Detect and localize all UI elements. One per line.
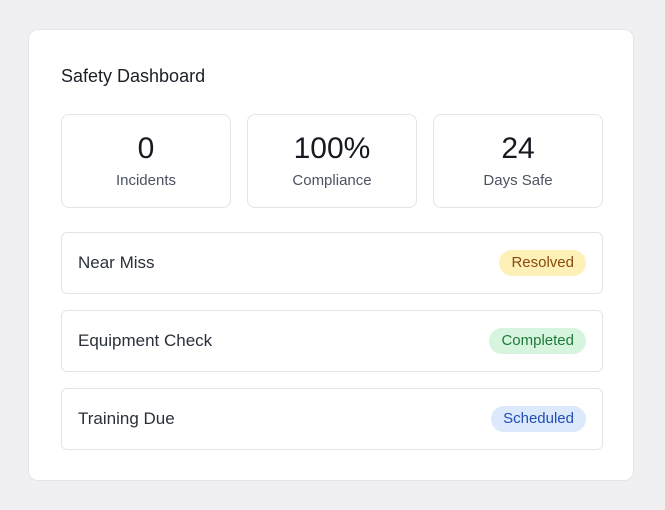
list-item-equipment-check[interactable]: Equipment Check Completed bbox=[61, 310, 603, 372]
list-item-label: Training Due bbox=[78, 409, 175, 428]
status-badge: Scheduled bbox=[491, 406, 586, 432]
stat-value: 100% bbox=[293, 132, 371, 165]
list-item-label: Near Miss bbox=[78, 253, 155, 272]
stat-label: Compliance bbox=[292, 172, 372, 189]
list-item-near-miss[interactable]: Near Miss Resolved bbox=[61, 232, 603, 294]
stat-label: Days Safe bbox=[483, 172, 553, 189]
stat-value: 24 bbox=[501, 132, 535, 165]
stat-label: Incidents bbox=[115, 172, 177, 189]
stat-days-safe: 24 Days Safe bbox=[433, 114, 603, 208]
safety-items-list: Near Miss Resolved Equipment Check Compl… bbox=[61, 232, 603, 466]
list-item-training-due[interactable]: Training Due Scheduled bbox=[61, 388, 603, 450]
status-badge: Resolved bbox=[499, 250, 586, 276]
stat-value: 0 bbox=[137, 132, 155, 165]
status-badge: Completed bbox=[489, 328, 586, 354]
stats-row: 0 Incidents 100% Compliance 24 Days Safe bbox=[61, 114, 603, 208]
stat-incidents: 0 Incidents bbox=[61, 114, 231, 208]
dashboard-title: Safety Dashboard bbox=[61, 66, 206, 86]
stat-compliance: 100% Compliance bbox=[247, 114, 417, 208]
safety-dashboard-card: Safety Dashboard 0 Incidents 100% Compli… bbox=[28, 29, 634, 481]
list-item-label: Equipment Check bbox=[78, 331, 213, 350]
